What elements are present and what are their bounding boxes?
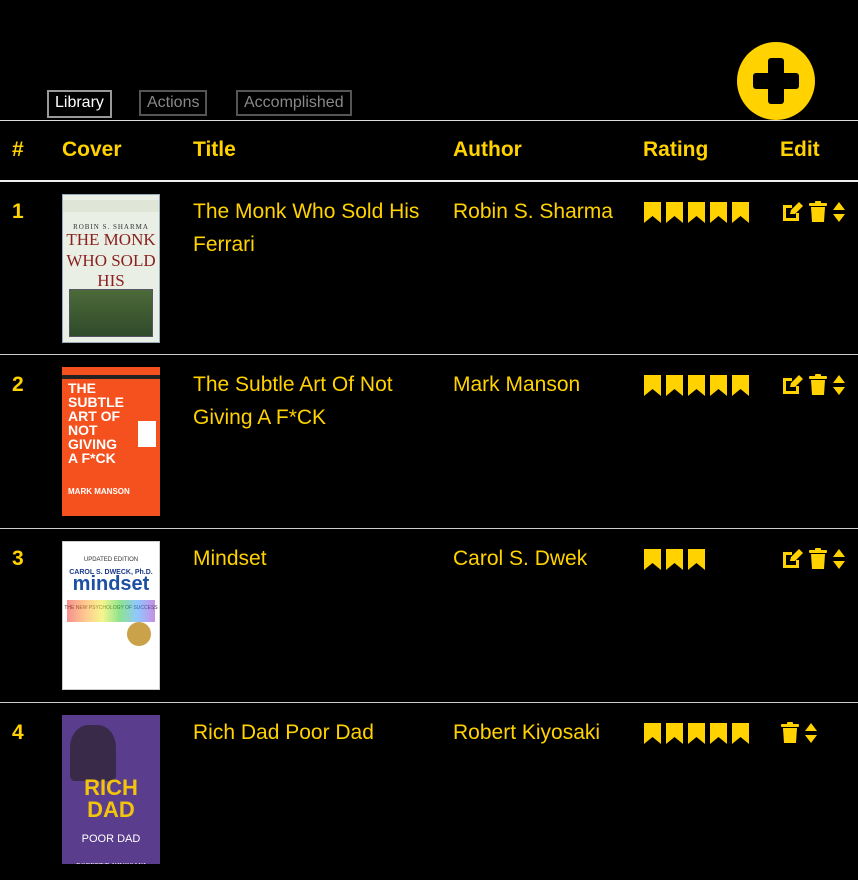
row-actions bbox=[780, 548, 858, 570]
cover-text: A F*CK bbox=[68, 450, 116, 466]
column-header-title: Title bbox=[193, 138, 236, 162]
table-row: 2 THE SUBTLE ART OF NOT GIVING A F*CK MA… bbox=[0, 355, 858, 529]
cover-portrait bbox=[70, 725, 116, 781]
cover-illustration bbox=[69, 288, 153, 337]
bookmark-icon bbox=[732, 723, 749, 744]
cover-text: RICH bbox=[84, 775, 138, 800]
column-header-cover: Cover bbox=[62, 138, 122, 162]
sort-icon[interactable] bbox=[832, 374, 846, 396]
rating bbox=[643, 722, 780, 745]
bookmark-icon bbox=[710, 723, 727, 744]
rating bbox=[643, 548, 780, 571]
row-number: 4 bbox=[12, 721, 24, 744]
bookmark-icon bbox=[644, 723, 661, 744]
book-cover[interactable]: UPDATED EDITION CAROL S. DWECK, Ph.D. mi… bbox=[62, 541, 160, 690]
book-title: The Monk Who Sold His Ferrari bbox=[193, 199, 420, 256]
book-cover[interactable]: THE SUBTLE ART OF NOT GIVING A F*CK MARK… bbox=[62, 367, 160, 516]
book-title: Mindset bbox=[193, 547, 267, 570]
column-header-number: # bbox=[12, 138, 24, 162]
trash-icon[interactable] bbox=[808, 548, 828, 570]
bookmark-icon bbox=[666, 201, 683, 223]
tab-actions[interactable]: Actions bbox=[139, 90, 208, 116]
row-actions bbox=[780, 374, 858, 396]
column-header-author: Author bbox=[453, 138, 522, 162]
book-author: Robin S. Sharma bbox=[453, 199, 613, 223]
cover-stripes bbox=[67, 600, 155, 622]
book-title: The Subtle Art Of Not Giving A F*CK bbox=[193, 373, 393, 429]
trash-icon[interactable] bbox=[780, 722, 800, 744]
book-cover[interactable]: ROBIN S. SHARMA THE MONK WHO SOLD HIS FE… bbox=[62, 193, 160, 343]
column-header-rating: Rating bbox=[643, 138, 709, 162]
bookmark-icon bbox=[666, 723, 683, 744]
row-number: 1 bbox=[12, 199, 24, 223]
cover-text: THE bbox=[68, 380, 96, 396]
bookmark-icon bbox=[732, 201, 749, 223]
cover-text: GIVING bbox=[68, 436, 118, 452]
bookmark-icon bbox=[688, 375, 705, 396]
cover-text: SUBTLE bbox=[68, 394, 124, 410]
book-author: Robert Kiyosaki bbox=[453, 721, 601, 744]
trash-icon[interactable] bbox=[808, 200, 828, 223]
bookmark-icon bbox=[688, 723, 705, 744]
table-header-row: # Cover Title Author Rating Edit bbox=[0, 120, 858, 181]
sort-icon[interactable] bbox=[832, 548, 846, 570]
row-number: 2 bbox=[12, 373, 24, 396]
cover-text: MARK MANSON bbox=[68, 487, 130, 496]
rating bbox=[643, 374, 780, 397]
row-actions bbox=[780, 200, 858, 223]
plus-icon bbox=[753, 58, 799, 104]
row-actions bbox=[780, 722, 858, 744]
cover-text: ART OF bbox=[68, 408, 121, 424]
bookmark-icon bbox=[644, 201, 661, 223]
add-book-button[interactable] bbox=[737, 42, 815, 120]
table-row: 4 RICH DAD POOR DAD ROBERT T. KIYOSAKI R… bbox=[0, 703, 858, 877]
row-number: 3 bbox=[12, 547, 24, 570]
book-title: Rich Dad Poor Dad bbox=[193, 721, 374, 744]
bookmark-icon bbox=[688, 549, 705, 570]
tab-accomplished[interactable]: Accomplished bbox=[236, 90, 352, 116]
bookmark-icon bbox=[666, 375, 683, 396]
trash-icon[interactable] bbox=[808, 374, 828, 396]
books-table: # Cover Title Author Rating Edit 1 ROBIN… bbox=[0, 120, 858, 877]
cover-text: ROBERT T. KIYOSAKI bbox=[62, 850, 160, 864]
sort-icon[interactable] bbox=[832, 201, 846, 223]
bookmark-icon bbox=[644, 375, 661, 396]
bookmark-icon bbox=[732, 375, 749, 396]
table-row: 1 ROBIN S. SHARMA THE MONK WHO SOLD HIS … bbox=[0, 181, 858, 355]
edit-icon[interactable] bbox=[780, 374, 804, 396]
sort-icon[interactable] bbox=[804, 722, 818, 744]
rating bbox=[643, 201, 780, 224]
bookmark-icon bbox=[710, 375, 727, 396]
table-row: 3 UPDATED EDITION CAROL S. DWECK, Ph.D. … bbox=[0, 529, 858, 703]
edit-icon[interactable] bbox=[780, 548, 804, 570]
bookmark-icon bbox=[666, 549, 683, 570]
cover-text: DAD bbox=[87, 797, 135, 822]
cover-seal bbox=[127, 622, 151, 646]
cover-badge bbox=[138, 421, 156, 447]
bookmark-icon bbox=[688, 201, 705, 223]
book-author: Mark Manson bbox=[453, 373, 581, 396]
bookmark-icon bbox=[710, 201, 727, 223]
book-cover[interactable]: RICH DAD POOR DAD ROBERT T. KIYOSAKI bbox=[62, 715, 160, 864]
bookmark-icon bbox=[644, 549, 661, 570]
cover-text: NOT bbox=[68, 422, 98, 438]
tab-library[interactable]: Library bbox=[47, 90, 112, 118]
book-author: Carol S. Dwek bbox=[453, 547, 588, 570]
edit-icon[interactable] bbox=[780, 201, 804, 223]
column-header-edit: Edit bbox=[780, 138, 820, 162]
